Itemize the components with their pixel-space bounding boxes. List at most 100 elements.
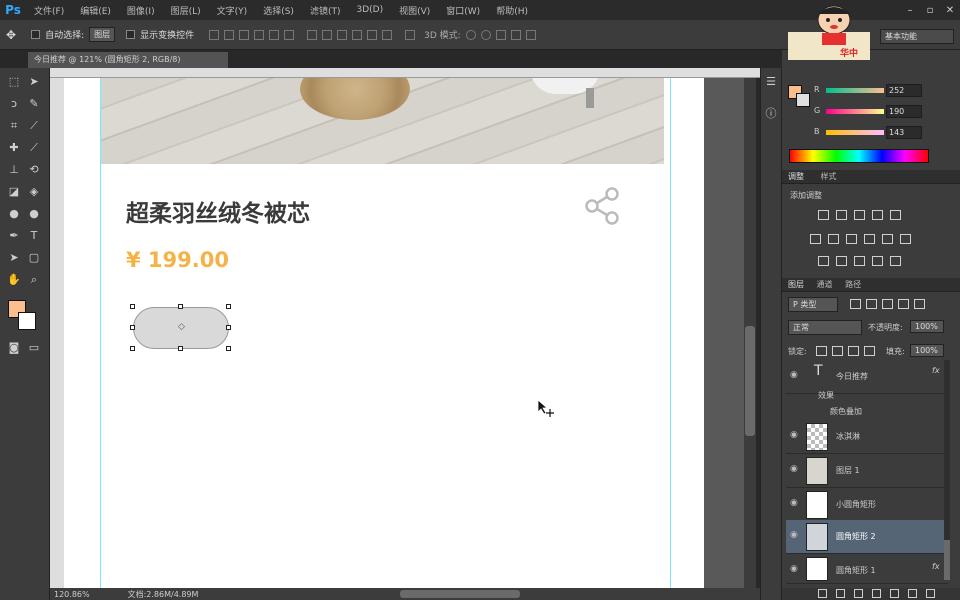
lasso-tool-icon[interactable]: ↄ <box>6 96 22 112</box>
hand-tool-icon[interactable]: ✋ <box>6 272 22 288</box>
link-layers-icon[interactable] <box>818 589 827 598</box>
align-hcenter-icon[interactable] <box>269 29 280 40</box>
transform-handle[interactable] <box>130 325 135 330</box>
photo-filter-icon[interactable] <box>864 234 875 244</box>
vibrance-icon[interactable] <box>890 210 901 220</box>
distribute-vcenter-icon[interactable] <box>322 29 333 40</box>
layer-row-type[interactable]: ◉ T 今日推荐 fx <box>786 360 948 394</box>
quick-mask-icon[interactable]: ◙ <box>6 340 22 356</box>
3d-pan-icon[interactable] <box>495 29 506 40</box>
minimize-icon[interactable]: – <box>900 5 920 16</box>
info-panel-icon[interactable]: ⓘ <box>763 106 779 122</box>
transform-handle[interactable] <box>226 304 231 309</box>
menu-help[interactable]: 帮助(H) <box>488 4 536 17</box>
move-tool-icon[interactable]: ➤ <box>26 74 42 90</box>
menu-filter[interactable]: 滤镜(T) <box>302 4 349 17</box>
layer-row-rounded-rect-1[interactable]: ◉ 圆角矩形 1 fx <box>786 554 948 584</box>
clone-stamp-icon[interactable]: ⊥ <box>6 162 22 178</box>
brightness-icon[interactable] <box>818 210 829 220</box>
levels-icon[interactable] <box>836 210 847 220</box>
visibility-eye-icon[interactable]: ◉ <box>790 498 798 508</box>
invert-icon[interactable] <box>818 256 829 266</box>
color-bg-swatch[interactable] <box>796 93 810 107</box>
layer-row-rounded-rect-2[interactable]: ◉ 圆角矩形 2 <box>786 520 948 554</box>
shape-tool-icon[interactable]: ▢ <box>26 250 42 266</box>
align-vcenter-icon[interactable] <box>224 29 235 40</box>
color-overlay-effect[interactable]: 颜色叠加 <box>830 406 862 417</box>
3d-slide-icon[interactable] <box>510 29 521 40</box>
selective-color-icon[interactable] <box>890 256 901 266</box>
visibility-eye-icon[interactable]: ◉ <box>790 430 798 440</box>
eraser-tool-icon[interactable]: ◪ <box>6 184 22 200</box>
menu-type[interactable]: 文字(Y) <box>209 4 256 17</box>
3d-roll-icon[interactable] <box>480 29 491 40</box>
brush-tool-icon[interactable]: ⟋ <box>26 140 42 156</box>
menu-edit[interactable]: 编辑(E) <box>72 4 119 17</box>
auto-align-icon[interactable] <box>405 29 416 40</box>
filter-pixel-icon[interactable] <box>850 299 861 309</box>
menu-image[interactable]: 图像(I) <box>119 4 163 17</box>
align-bottom-icon[interactable] <box>239 29 250 40</box>
channel-mixer-icon[interactable] <box>882 234 893 244</box>
filter-adjust-icon[interactable] <box>866 299 877 309</box>
zoom-tool-icon[interactable]: ⌕ <box>26 272 42 288</box>
color-balance-icon[interactable] <box>828 234 839 244</box>
filter-shape-icon[interactable] <box>898 299 909 309</box>
auto-select-checkbox[interactable] <box>31 30 41 39</box>
artboard[interactable]: 超柔羽丝绒冬被芯 ¥ 199.00 ◇ <box>64 78 704 588</box>
paint-bucket-icon[interactable]: ◈ <box>26 184 42 200</box>
menu-select[interactable]: 选择(S) <box>255 4 302 17</box>
blend-mode-select[interactable]: 正常 <box>788 320 862 335</box>
hue-saturation-icon[interactable] <box>810 234 821 244</box>
transform-handle[interactable] <box>226 325 231 330</box>
filter-smart-icon[interactable] <box>914 299 925 309</box>
visibility-eye-icon[interactable]: ◉ <box>790 464 798 474</box>
delete-layer-icon[interactable] <box>926 589 935 598</box>
layer-filter-select[interactable]: P 类型 <box>788 297 838 312</box>
distribute-left-icon[interactable] <box>352 29 363 40</box>
gradient-map-icon[interactable] <box>872 256 883 266</box>
add-style-icon[interactable] <box>836 589 845 598</box>
transform-handle[interactable] <box>130 346 135 351</box>
blue-slider[interactable] <box>826 130 884 135</box>
red-value[interactable]: 252 <box>886 84 922 97</box>
filter-type-icon[interactable] <box>882 299 893 309</box>
blue-value[interactable]: 143 <box>886 126 922 139</box>
curves-icon[interactable] <box>854 210 865 220</box>
tab-adjustments[interactable]: 调整 <box>788 172 804 181</box>
distribute-right-icon[interactable] <box>382 29 393 40</box>
blur-tool-icon[interactable]: ● <box>6 206 22 222</box>
restore-icon[interactable]: ▫ <box>920 5 940 16</box>
move-tool-icon[interactable]: ✥ <box>6 28 16 42</box>
align-left-icon[interactable] <box>254 29 265 40</box>
crop-tool-icon[interactable]: ⌗ <box>6 118 22 134</box>
horizontal-scroll-thumb[interactable] <box>400 590 520 598</box>
history-brush-icon[interactable]: ⟲ <box>26 162 42 178</box>
history-panel-icon[interactable]: ☰ <box>763 74 779 90</box>
tab-paths[interactable]: 路径 <box>845 280 861 289</box>
visibility-eye-icon[interactable]: ◉ <box>790 530 798 540</box>
workspace-select[interactable]: 基本功能 <box>880 29 954 44</box>
path-select-icon[interactable]: ➤ <box>6 250 22 266</box>
vertical-scroll-thumb[interactable] <box>745 326 755 436</box>
auto-select-target[interactable]: 图层 <box>89 27 116 42</box>
lock-position-icon[interactable] <box>848 346 859 356</box>
healing-brush-icon[interactable]: ✚ <box>6 140 22 156</box>
magic-wand-icon[interactable]: ✎ <box>26 96 42 112</box>
menu-3d[interactable]: 3D(D) <box>348 5 391 15</box>
dodge-tool-icon[interactable]: ● <box>26 206 42 222</box>
distribute-top-icon[interactable] <box>307 29 318 40</box>
red-slider[interactable] <box>826 88 884 93</box>
transform-handle[interactable] <box>178 346 183 351</box>
color-lookup-icon[interactable] <box>900 234 911 244</box>
document-tab[interactable]: 今日推荐 @ 121% (圆角矩形 2, RGB/8) <box>28 52 228 68</box>
add-mask-icon[interactable] <box>854 589 863 598</box>
lock-transparent-icon[interactable] <box>816 346 827 356</box>
background-color-swatch[interactable] <box>18 312 36 330</box>
distribute-hcenter-icon[interactable] <box>367 29 378 40</box>
visibility-eye-icon[interactable]: ◉ <box>790 370 798 380</box>
tab-channels[interactable]: 通道 <box>817 280 833 289</box>
menu-view[interactable]: 视图(V) <box>391 4 438 17</box>
distribute-bottom-icon[interactable] <box>337 29 348 40</box>
fill-input[interactable]: 100% <box>910 344 944 357</box>
